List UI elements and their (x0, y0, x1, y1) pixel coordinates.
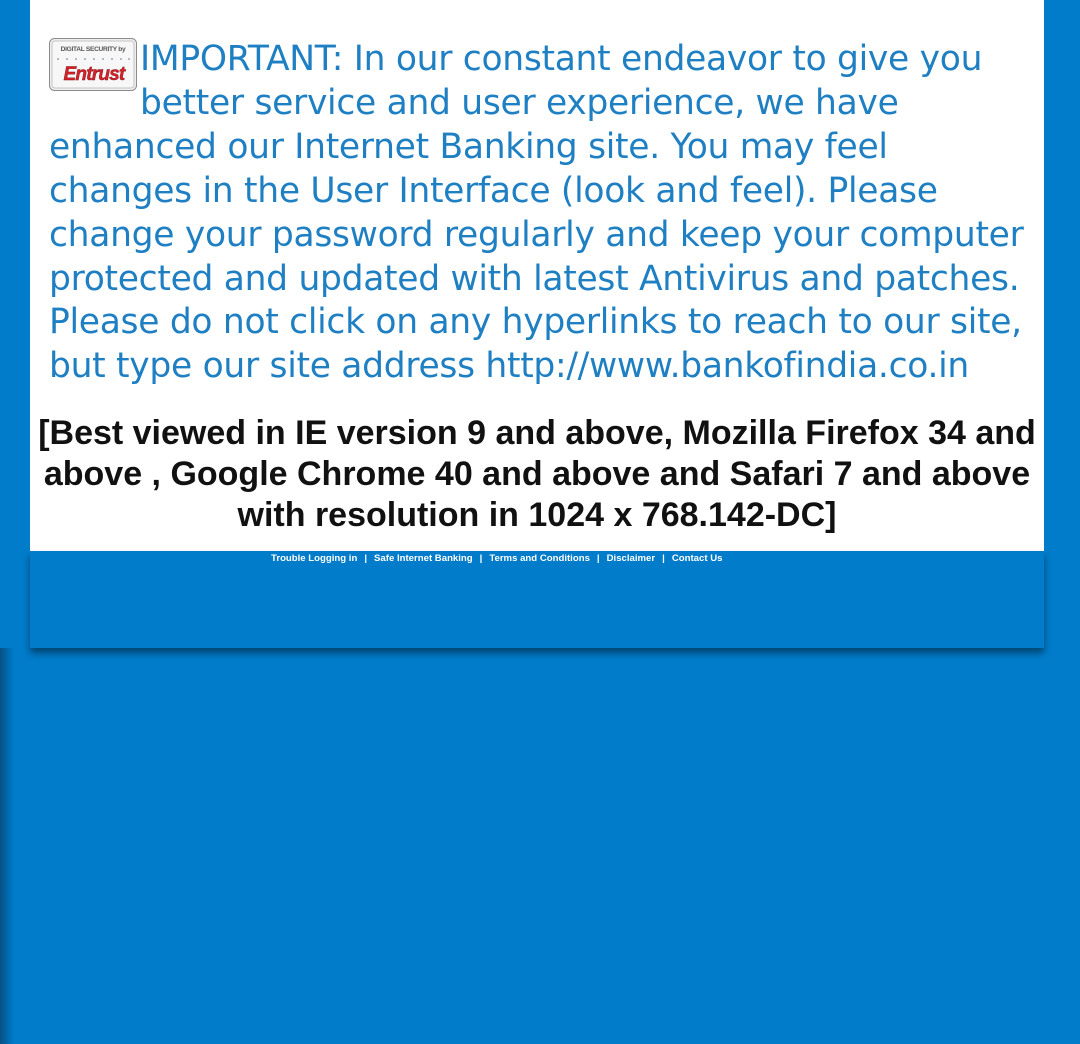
terms-and-conditions-link[interactable]: Terms and Conditions (489, 553, 590, 564)
trouble-logging-in-link[interactable]: Trouble Logging in (271, 553, 357, 564)
browser-compatibility-note: [Best viewed in IE version 9 and above, … (38, 414, 1036, 534)
footer-separator: | (479, 553, 483, 564)
notice-text: IMPORTANT: In our constant endeavor to g… (49, 39, 1024, 387)
contact-us-link[interactable]: Contact Us (672, 553, 723, 564)
logo-brand-text: Entrust (64, 64, 126, 85)
safe-internet-banking-link[interactable]: Safe Internet Banking (374, 553, 473, 564)
left-shadow-strip (0, 648, 14, 1044)
footer-separator: | (596, 553, 600, 564)
footer-links: Trouble Logging in | Safe Internet Banking… (271, 553, 722, 565)
entrust-logo: DIGITAL SECURITY by Entrust (49, 38, 137, 91)
important-notice: DIGITAL SECURITY by Entrust IMPORTANT: I… (49, 38, 1029, 389)
footer-separator: | (662, 553, 665, 564)
footer-separator: | (364, 553, 368, 564)
disclaimer-link[interactable]: Disclaimer (607, 553, 656, 564)
content-panel: DIGITAL SECURITY by Entrust IMPORTANT: I… (30, 0, 1044, 551)
footer-bar: Trouble Logging in | Safe Internet Banking… (30, 551, 1044, 648)
logo-top-text: DIGITAL SECURITY by (61, 46, 126, 53)
